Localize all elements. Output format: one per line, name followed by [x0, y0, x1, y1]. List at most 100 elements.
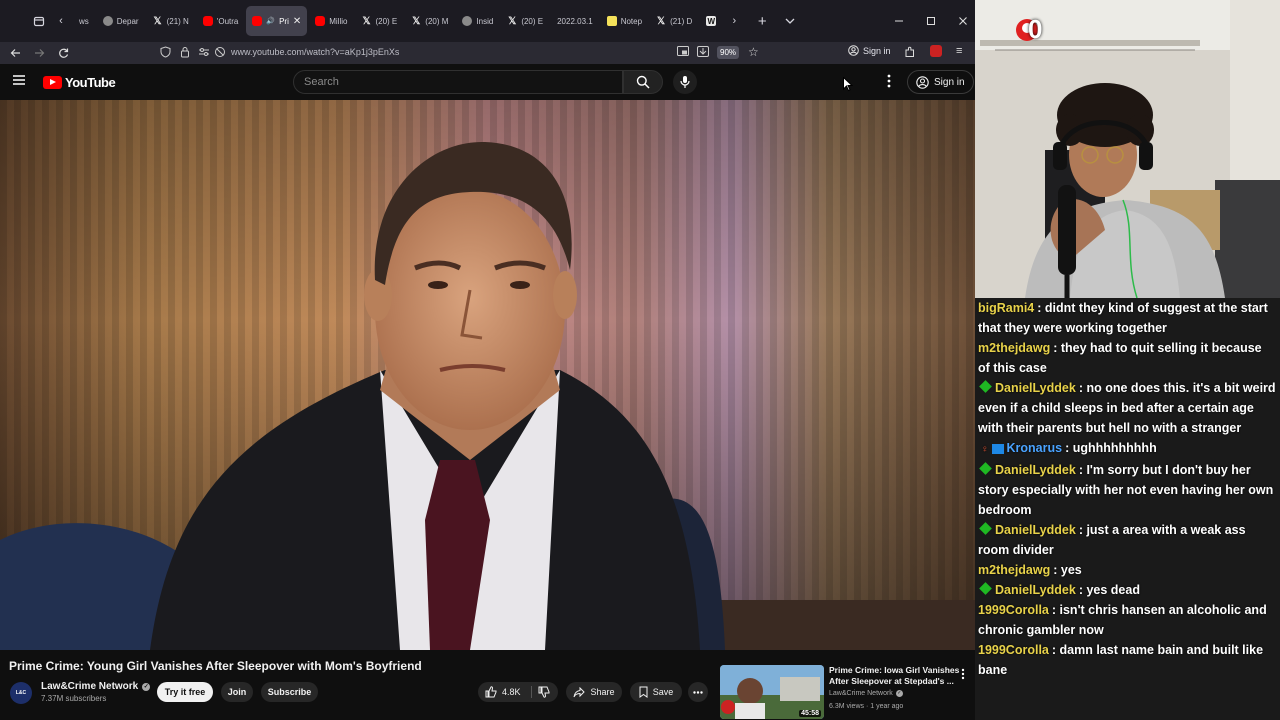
- browser-tab[interactable]: 'Outra: [197, 6, 245, 36]
- more-actions-icon[interactable]: [688, 682, 708, 702]
- reload-icon[interactable]: [51, 43, 75, 63]
- browser-tab-label: (21) D: [670, 16, 693, 26]
- like-thumb-icon[interactable]: [485, 686, 497, 698]
- browser-tab[interactable]: 𝕏 (20) M: [405, 6, 454, 36]
- recommended-title-line1: Prime Crime: Iowa Girl Vanishes: [829, 665, 960, 675]
- try-free-button[interactable]: Try it free: [157, 682, 213, 702]
- tracking-shield-icon[interactable]: [160, 46, 171, 60]
- browser-tab[interactable]: 𝕏 (20) E: [355, 6, 403, 36]
- browser-tab[interactable]: 𝕏 (20) E: [501, 6, 549, 36]
- recommended-meta: 6.3M views · 1 year ago: [829, 703, 904, 710]
- x-favicon-icon: 𝕏: [412, 15, 421, 27]
- x-favicon-icon: 𝕏: [508, 15, 517, 27]
- browser-tab[interactable]: Insid: [456, 6, 499, 36]
- chat-username[interactable]: DanielLyddek: [995, 583, 1076, 597]
- forward-icon[interactable]: [27, 43, 51, 63]
- picture-in-picture-icon[interactable]: [677, 46, 689, 59]
- browser-tab[interactable]: Depar: [97, 6, 145, 36]
- search-box: [293, 70, 623, 94]
- url-text[interactable]: www.youtube.com/watch?v=aKp1j3pEnXs: [231, 47, 399, 57]
- settings-more-icon[interactable]: [884, 74, 894, 91]
- browser-tab[interactable]: Millio: [309, 6, 353, 36]
- zoom-level[interactable]: 90%: [717, 46, 740, 59]
- youtube-logo[interactable]: YouTube: [43, 75, 116, 90]
- like-dislike-group: 4.8K: [478, 682, 558, 702]
- mouse-cursor-icon: [843, 77, 853, 92]
- scroll-tabs-right-icon[interactable]: ›: [723, 10, 745, 32]
- browser-tab[interactable]: W: [700, 6, 722, 36]
- close-tab-icon[interactable]: ✕: [293, 16, 301, 27]
- chat-username[interactable]: Kronarus: [1007, 441, 1063, 455]
- green-diamond-badge-icon: [979, 462, 992, 475]
- maximize-icon[interactable]: [920, 10, 942, 32]
- search-button[interactable]: [623, 70, 663, 94]
- chat-username[interactable]: bigRami4: [978, 301, 1034, 315]
- chat-username[interactable]: 1999Corolla: [978, 643, 1049, 657]
- subscribe-button[interactable]: Subscribe: [261, 682, 318, 702]
- tab-overview-icon[interactable]: [28, 10, 50, 32]
- new-tab-icon[interactable]: +: [751, 10, 773, 32]
- chat-message: m2thejdawg: yes: [978, 560, 1276, 580]
- recommended-duration: 45:58: [799, 710, 821, 717]
- minimize-icon[interactable]: [888, 10, 910, 32]
- youtube-header: YouTube Sign in: [0, 64, 975, 100]
- guide-menu-icon[interactable]: [12, 74, 28, 88]
- voice-search-button[interactable]: [673, 70, 697, 94]
- back-icon[interactable]: [3, 43, 27, 63]
- chat-username[interactable]: 1999Corolla: [978, 603, 1049, 617]
- lock-icon[interactable]: [180, 46, 190, 60]
- browser-window: ‹ ws Depar 𝕏 (21) N 'Outra 🔊 Pri ✕ Millio 𝕏 (20) E…: [0, 0, 975, 720]
- video-player[interactable]: [0, 100, 975, 650]
- save-button[interactable]: Save: [630, 682, 682, 702]
- browser-tab[interactable]: 𝕏 (21) D: [650, 6, 698, 36]
- speaker-icon[interactable]: 🔊: [266, 17, 275, 25]
- tab-list-chevron-icon[interactable]: [779, 10, 801, 32]
- browser-tab[interactable]: 𝕏 (21) N: [147, 6, 195, 36]
- browser-tab-label: (21) N: [166, 16, 189, 26]
- navigation-bar: www.youtube.com/watch?v=aKp1j3pEnXs 90% …: [0, 42, 975, 64]
- autoplay-blocked-icon[interactable]: [214, 46, 226, 60]
- chat-username[interactable]: DanielLyddek: [995, 523, 1076, 537]
- site-favicon-icon: [462, 16, 473, 26]
- browser-tab[interactable]: 2022.03.1: [551, 6, 599, 36]
- bookmark-star-icon[interactable]: ☆: [748, 45, 759, 59]
- browser-tab[interactable]: ws: [73, 6, 95, 36]
- browser-tab-label: 'Outra: [216, 16, 239, 26]
- share-button[interactable]: Share: [566, 682, 622, 702]
- permissions-icon[interactable]: [198, 46, 210, 60]
- youtube-sign-in-button[interactable]: Sign in: [907, 70, 974, 94]
- account-sign-in[interactable]: Sign in: [848, 45, 891, 56]
- browser-tab[interactable]: 🔊 Pri ✕: [246, 6, 308, 36]
- chat-text: : yes dead: [1078, 583, 1140, 597]
- video-frame: [0, 100, 975, 650]
- ublock-extension-icon[interactable]: [930, 45, 942, 57]
- channel-name[interactable]: Law&Crime Network: [41, 681, 138, 692]
- browser-tab[interactable]: Notep: [601, 6, 648, 36]
- green-diamond-badge-icon: [979, 380, 992, 393]
- youtube-logo-text: YouTube: [65, 75, 116, 90]
- account-icon: [848, 45, 859, 56]
- recommended-title[interactable]: Prime Crime: Iowa Girl Vanishes After Sl…: [829, 665, 959, 687]
- chat-text: : ughhhhhhhhh: [1065, 441, 1157, 455]
- extensions-icon[interactable]: [904, 46, 916, 60]
- page-action-icon[interactable]: [697, 46, 709, 59]
- chat-username[interactable]: m2thejdawg: [978, 563, 1050, 577]
- search-input[interactable]: [304, 76, 622, 88]
- recommended-thumbnail[interactable]: 45:58: [720, 665, 824, 719]
- channel-name-row[interactable]: Law&Crime Network ✓: [41, 681, 151, 692]
- dislike-thumb-icon[interactable]: [538, 686, 550, 698]
- channel-avatar[interactable]: L&C: [10, 682, 32, 704]
- chat-username[interactable]: DanielLyddek: [995, 463, 1076, 477]
- chat-username[interactable]: m2thejdawg: [978, 341, 1050, 355]
- join-button[interactable]: Join: [221, 682, 253, 702]
- chat-username[interactable]: DanielLyddek: [995, 381, 1076, 395]
- close-window-icon[interactable]: [952, 10, 974, 32]
- recommended-more-icon[interactable]: [961, 667, 965, 685]
- app-menu-icon[interactable]: ≡: [956, 45, 962, 57]
- scroll-tabs-left-icon[interactable]: ‹: [50, 10, 72, 32]
- chat-message: DanielLyddek: no one does this. it's a b…: [978, 378, 1276, 438]
- wikipedia-favicon-icon: W: [706, 16, 717, 26]
- browser-tab-label: Notep: [620, 16, 643, 26]
- like-count[interactable]: 4.8K: [502, 687, 521, 697]
- recommended-video[interactable]: 45:58 Prime Crime: Iowa Girl Vanishes Af…: [720, 665, 975, 720]
